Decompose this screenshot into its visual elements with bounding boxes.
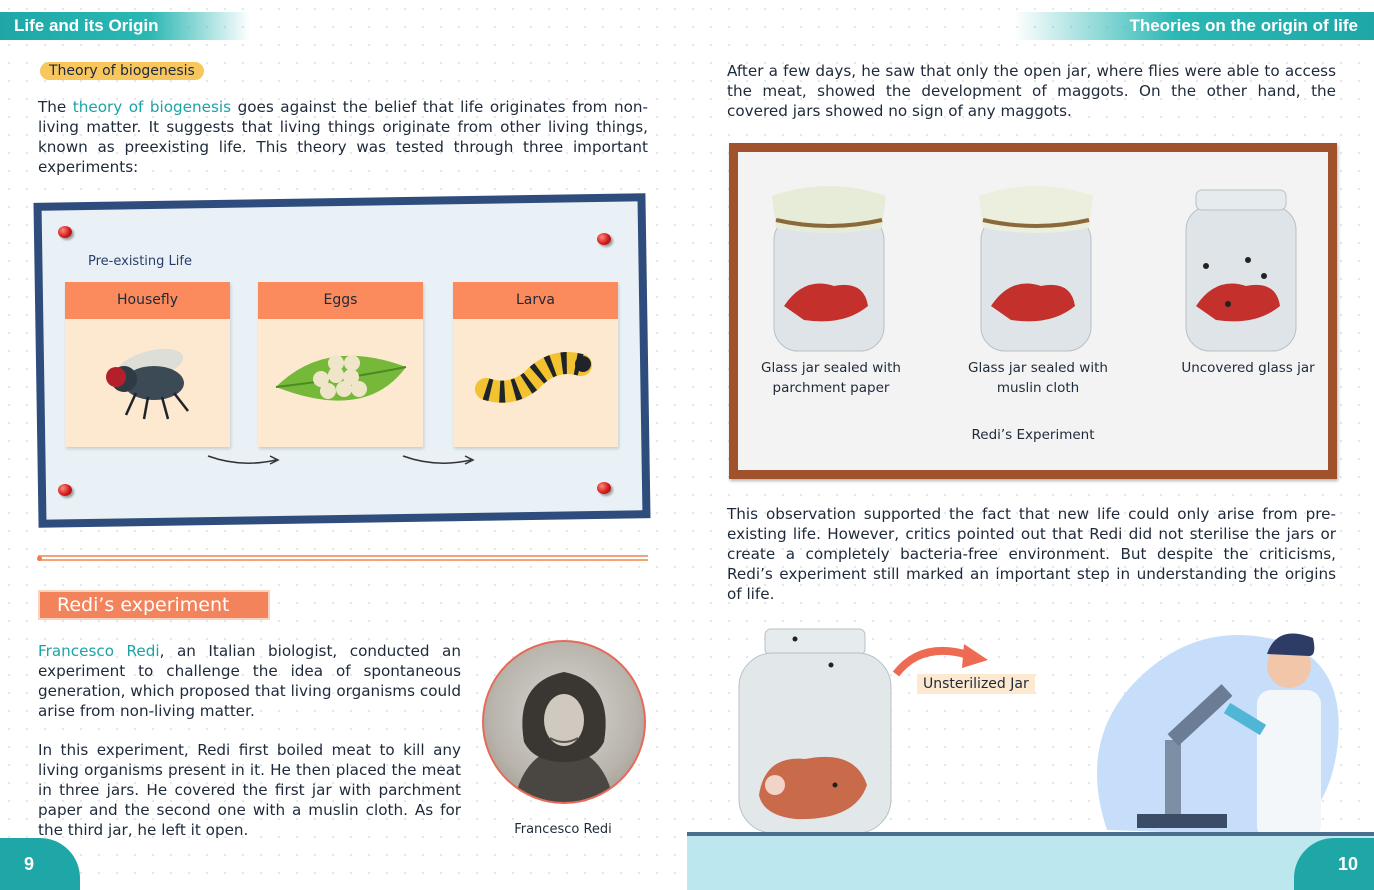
text-run: The (38, 98, 73, 116)
section-heading: Redi’s experiment (38, 590, 270, 620)
redi-paragraph-1: Francesco Redi, an Italian biologist, co… (38, 641, 461, 721)
pin-icon (597, 233, 611, 245)
redi-portrait (482, 640, 646, 804)
pin-icon (597, 482, 611, 494)
open-jar-icon (1185, 189, 1297, 352)
muslin-jar-icon (979, 186, 1093, 352)
book-spread: Life and its Origin Theory of biogenesis… (0, 0, 1374, 890)
pin-icon (58, 484, 72, 496)
card-title: Larva (453, 282, 618, 319)
scientist-illustration-icon (1097, 633, 1339, 840)
arrow-icon (207, 455, 280, 465)
conclusion-paragraph: This observation supported the fact that… (727, 505, 1336, 603)
highlight-term[interactable]: Francesco Redi (38, 642, 160, 660)
card-eggs: Eggs (258, 282, 423, 447)
right-page: Theories on the origin of life After a f… (687, 0, 1374, 890)
unsterilized-jar-icon (738, 628, 892, 834)
redi-experiment-frame: Glass jar sealed with parchment paper Gl… (729, 143, 1337, 479)
chapter-header: Life and its Origin (0, 12, 250, 40)
jar-caption: Glass jar sealed with muslin cloth (968, 360, 1108, 396)
redi-paragraph-2: In this experiment, Redi first boiled me… (38, 741, 461, 839)
board-label: Pre-existing Life (88, 254, 192, 269)
card-title: Housefly (65, 282, 230, 319)
housefly-icon (105, 348, 189, 420)
highlight-term[interactable]: theory of biogenesis (73, 98, 231, 116)
page-number: 9 (0, 838, 80, 890)
floor-band (687, 836, 1374, 890)
topic-tag: Theory of biogenesis (40, 62, 204, 80)
card-housefly: Housefly (65, 282, 230, 447)
larva-icon (474, 352, 592, 403)
biogenesis-paragraph: The theory of biogenesis goes against th… (38, 97, 648, 177)
frame-surface: Glass jar sealed with parchment paper Gl… (738, 152, 1328, 470)
pin-icon (58, 226, 72, 238)
arrow-icon (402, 455, 475, 465)
portrait-caption: Francesco Redi (514, 822, 612, 837)
eggs-on-leaf-icon (275, 355, 406, 401)
chapter-header: Theories on the origin of life (1014, 12, 1374, 40)
card-larva: Larva (453, 282, 618, 447)
observation-paragraph: After a few days, he saw that only the o… (727, 62, 1336, 120)
jar-caption: Glass jar sealed with parchment paper (761, 360, 901, 396)
unsterilized-label: Unsterilized Jar (917, 674, 1035, 694)
left-page: Life and its Origin Theory of biogenesis… (0, 0, 687, 890)
divider-dot (37, 556, 42, 561)
portrait-engraving-icon (514, 672, 614, 802)
parchment-jar-icon (772, 186, 886, 352)
frame-title: Redi’s Experiment (971, 427, 1095, 443)
card-title: Eggs (258, 282, 423, 319)
jar-caption: Uncovered glass jar (1181, 360, 1315, 376)
section-divider (38, 555, 648, 561)
